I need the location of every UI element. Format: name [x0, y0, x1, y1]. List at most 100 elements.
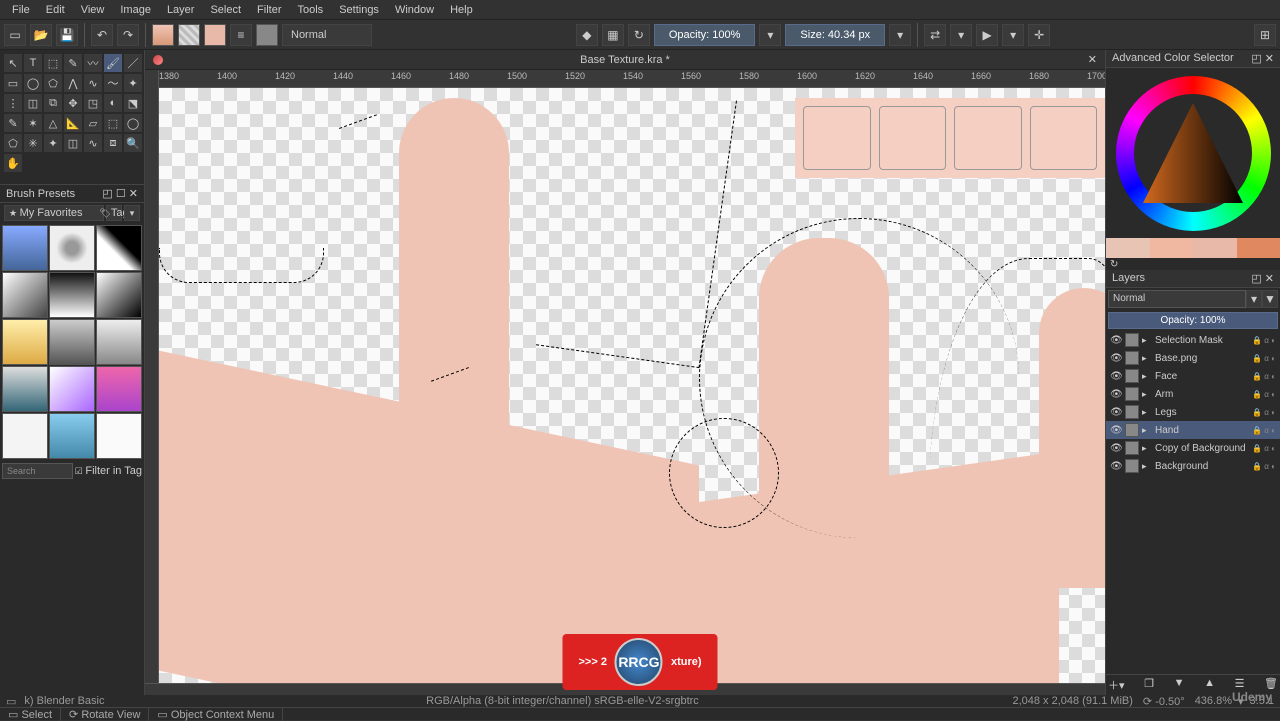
layer-visibility-toggle[interactable]: 👁 [1110, 461, 1122, 472]
brush-tool[interactable]: 🖌 [104, 54, 122, 72]
layer-expand-icon[interactable]: ▸ [1142, 389, 1152, 400]
layer-lock-icons[interactable]: 🔒 α ◐ [1252, 390, 1276, 399]
fg-color-swatch[interactable] [204, 24, 226, 46]
color-selector[interactable] [1106, 68, 1280, 238]
close-tab-button[interactable]: ✕ [1088, 53, 1097, 66]
layer-lock-icons[interactable]: 🔒 α ◐ [1252, 336, 1276, 345]
select-poly-tool[interactable]: ⬠ [4, 134, 22, 152]
panel-controls[interactable]: ◰ ✕ [1251, 52, 1274, 65]
brush-preset[interactable] [96, 413, 142, 459]
open-button[interactable]: 📂 [30, 24, 52, 46]
select-magnetic-tool[interactable]: ⧈ [104, 134, 122, 152]
layer-lock-icons[interactable]: 🔒 α ◐ [1252, 408, 1276, 417]
smart-patch-tool[interactable]: ✶ [24, 114, 42, 132]
layer-row[interactable]: 👁▸Base.png🔒 α ◐ [1106, 349, 1280, 367]
layer-expand-icon[interactable]: ▸ [1142, 425, 1152, 436]
brush-preset[interactable] [96, 319, 142, 365]
layer-visibility-toggle[interactable]: 👁 [1110, 335, 1122, 346]
polyline-tool[interactable]: ⋀ [64, 74, 82, 92]
select-contig-tool[interactable]: ✦ [44, 134, 62, 152]
brush-preset[interactable] [2, 366, 48, 412]
menu-tools[interactable]: Tools [290, 2, 332, 18]
menu-filter[interactable]: Filter [249, 2, 289, 18]
menu-select[interactable]: Select [202, 2, 249, 18]
layer-row[interactable]: 👁▸Background🔒 α ◐ [1106, 457, 1280, 475]
history-swatch[interactable] [1237, 238, 1280, 258]
menu-view[interactable]: View [73, 2, 113, 18]
rect-tool[interactable]: ▭ [4, 74, 22, 92]
zoom-tool[interactable]: 🔍 [124, 134, 142, 152]
history-swatch[interactable] [1193, 238, 1237, 258]
preset-chooser-button[interactable]: ≡ [230, 24, 252, 46]
workspace-button[interactable]: ⊞ [1254, 24, 1276, 46]
line-tool[interactable]: ／ [124, 54, 142, 72]
layer-row[interactable]: 👁▸Arm🔒 α ◐ [1106, 385, 1280, 403]
text-tool[interactable]: ✎ [64, 54, 82, 72]
layer-lock-icons[interactable]: 🔒 α ◐ [1252, 462, 1276, 471]
select-rect-tool[interactable]: ⬚ [104, 114, 122, 132]
assistants-tool[interactable]: △ [44, 114, 62, 132]
move-tool[interactable]: T [24, 54, 42, 72]
ellipse-tool[interactable]: ◯ [24, 74, 42, 92]
undo-button[interactable]: ↶ [91, 24, 113, 46]
layer-visibility-toggle[interactable]: 👁 [1110, 371, 1122, 382]
layer-row[interactable]: 👁▸Face🔒 α ◐ [1106, 367, 1280, 385]
layer-visibility-toggle[interactable]: 👁 [1110, 425, 1122, 436]
move-down-button[interactable]: ▼ [1174, 677, 1185, 693]
layer-visibility-toggle[interactable]: 👁 [1110, 407, 1122, 418]
tag-button[interactable]: 🏷 Tag [106, 205, 122, 221]
blend-mode-dropdown[interactable]: Normal [282, 24, 372, 46]
eraser-mode-button[interactable]: ◆ [576, 24, 598, 46]
layer-blend-options[interactable]: ▾ [1246, 290, 1262, 308]
menu-settings[interactable]: Settings [331, 2, 387, 18]
size-input[interactable]: Size: 40.34 px [785, 24, 885, 46]
opacity-options-button[interactable]: ▾ [759, 24, 781, 46]
brush-preset[interactable] [96, 366, 142, 412]
layer-visibility-toggle[interactable]: 👁 [1110, 443, 1122, 454]
filter-in-tag-checkbox[interactable]: ☑ Filter in Tag [75, 465, 142, 477]
layer-blend-dropdown[interactable]: Normal [1108, 290, 1246, 308]
edit-shapes-tool[interactable]: ◫ [24, 94, 42, 112]
brush-preset[interactable] [49, 319, 95, 365]
status-zoom[interactable]: 436.8% [1195, 695, 1232, 707]
pattern-swatch[interactable] [178, 24, 200, 46]
move-tool2[interactable]: ✥ [64, 94, 82, 112]
polygon-tool[interactable]: ⬠ [44, 74, 62, 92]
menu-layer[interactable]: Layer [159, 2, 203, 18]
color-triangle[interactable] [1143, 103, 1243, 203]
opacity-input[interactable]: Opacity: 100% [654, 24, 756, 46]
brush-preset[interactable] [49, 413, 95, 459]
panel-controls[interactable]: ◰ ✕ [1251, 272, 1274, 285]
picker-tool[interactable]: ✎ [4, 114, 22, 132]
layer-lock-icons[interactable]: 🔒 α ◐ [1252, 444, 1276, 453]
canvas[interactable] [159, 88, 1105, 683]
brush-preset[interactable] [49, 225, 95, 271]
layer-expand-icon[interactable]: ▸ [1142, 353, 1152, 364]
mirror-v-button[interactable]: ▶ [976, 24, 998, 46]
layer-expand-icon[interactable]: ▸ [1142, 407, 1152, 418]
document-tab[interactable]: Base Texture.kra * ✕ [145, 50, 1105, 70]
brush-preset[interactable] [49, 366, 95, 412]
select-similar-tool[interactable]: ◫ [64, 134, 82, 152]
add-layer-button[interactable]: ＋▾ [1108, 677, 1125, 693]
multi-tool[interactable]: ⋮ [4, 94, 22, 112]
ref-tool[interactable]: ▱ [84, 114, 102, 132]
layer-lock-icons[interactable]: 🔒 α ◐ [1252, 354, 1276, 363]
layer-expand-icon[interactable]: ▸ [1142, 461, 1152, 472]
layer-row[interactable]: 👁▸Copy of Background🔒 α ◐ [1106, 439, 1280, 457]
brush-preset[interactable] [96, 272, 142, 318]
transform2-tool[interactable]: ◳ [84, 94, 102, 112]
history-swatch[interactable] [1150, 238, 1194, 258]
layer-lock-icons[interactable]: 🔒 α ◐ [1252, 372, 1276, 381]
open-recent-icon[interactable]: ▭ [6, 695, 16, 708]
brush-preset[interactable] [2, 413, 48, 459]
refresh-icon[interactable]: ↻ [1110, 259, 1118, 270]
duplicate-layer-button[interactable]: ❐ [1144, 677, 1154, 693]
save-button[interactable]: 💾 [56, 24, 78, 46]
wrap-button[interactable]: ✛ [1028, 24, 1050, 46]
brush-preset[interactable] [2, 272, 48, 318]
preset-tag-dropdown[interactable]: ★ My Favorites [4, 205, 104, 221]
mirror-h-button[interactable]: ⇄ [924, 24, 946, 46]
preset-search-input[interactable]: Search [2, 463, 73, 479]
new-doc-button[interactable]: ▭ [4, 24, 26, 46]
